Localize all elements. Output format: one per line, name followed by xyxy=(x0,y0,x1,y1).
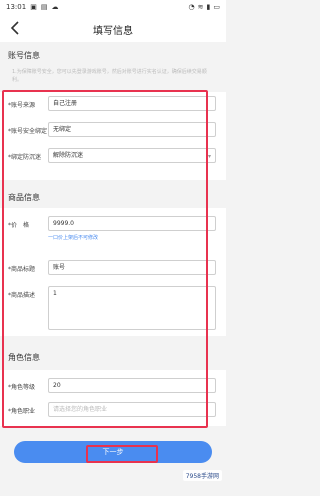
bell-icon: ◔ xyxy=(188,3,195,11)
battery-icon: ▭ xyxy=(213,3,220,11)
signal-icon: ▮ xyxy=(206,3,211,11)
page-title: 填写信息 xyxy=(93,26,133,37)
cloud-icon: ☁ xyxy=(51,3,59,11)
highlight-frame xyxy=(2,90,208,428)
wifi-icon: ≋ xyxy=(197,3,204,11)
account-section-title: 账号信息 xyxy=(8,51,40,60)
status-time: 13:01 xyxy=(6,3,27,11)
image-icon: ▣ xyxy=(30,3,37,11)
chevron-down-icon: ▾ xyxy=(207,153,211,160)
hd-icon: ▤ xyxy=(40,3,48,11)
status-bar: 13:01 ▣ ▤ ☁ ◔ ≋ ▮ ▭ xyxy=(0,0,226,14)
header: 填写信息 xyxy=(0,14,226,42)
watermark: 7958手游网 xyxy=(182,470,222,481)
account-hint: 1.为保障账号安全，您可以先登录游戏账号，然后对账号进行实名认证，确保后续交易顺… xyxy=(12,69,207,83)
next-button-highlight xyxy=(86,445,158,463)
